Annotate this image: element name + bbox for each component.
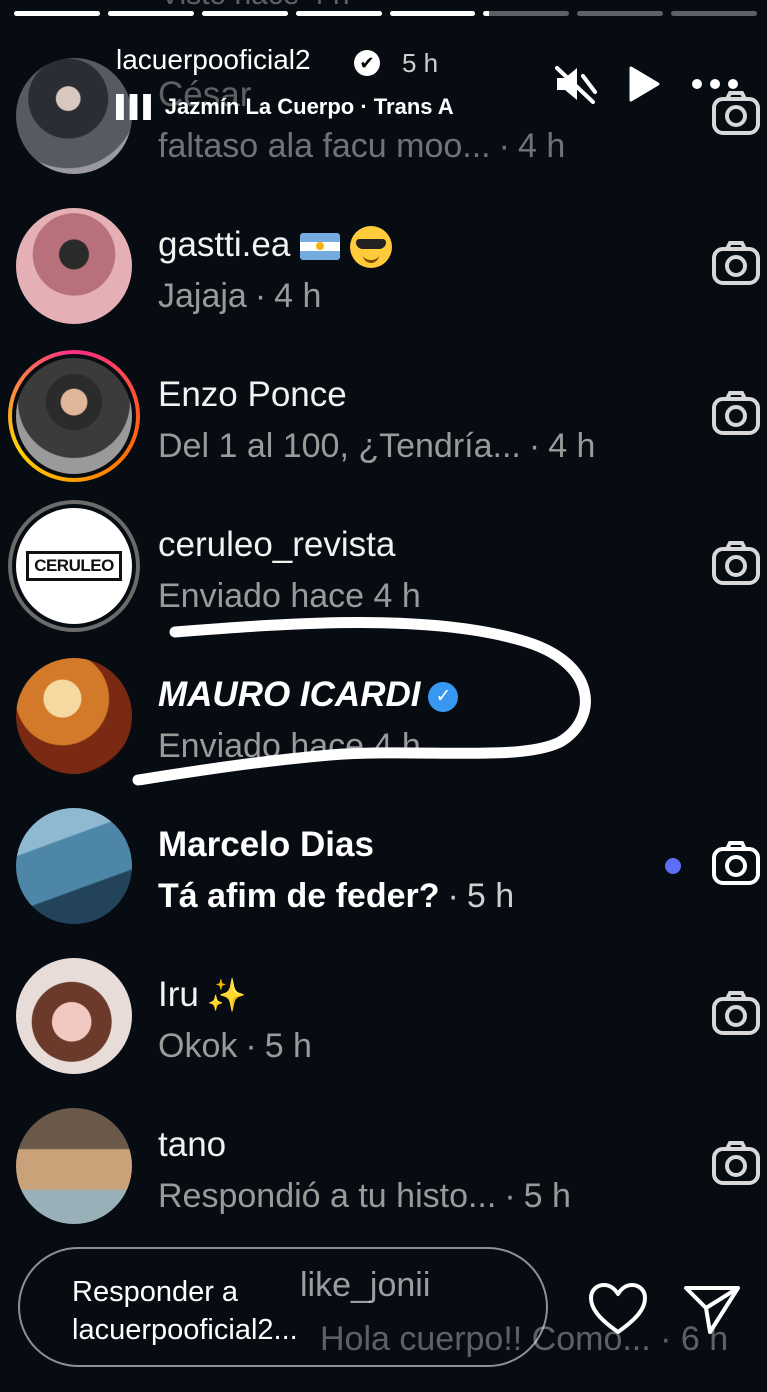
- story-header: lacuerpooficial2 ✔ 5 h ▌▌▌ Jazmín La Cuer…: [116, 44, 767, 124]
- argentina-flag-icon: [300, 233, 341, 261]
- conversation-message: Tá afim de feder? · 5 h: [158, 877, 515, 915]
- message-preview: Tá afim de feder?: [158, 877, 440, 915]
- reply-placeholder-line2: lacuerpooficial2...: [72, 1314, 298, 1346]
- message-preview: Del 1 al 100, ¿Tendría...: [158, 427, 521, 465]
- more-icon[interactable]: [691, 78, 739, 90]
- conversation-name: ceruleo_revista: [158, 525, 396, 564]
- conversation-name: MAURO ICARDI ✓: [158, 675, 459, 715]
- story-progress-segment: [671, 11, 757, 16]
- message-time: 5 h: [466, 877, 515, 915]
- story-progress-segment: [14, 11, 100, 16]
- message-time: 5 h: [264, 1027, 312, 1065]
- camera-icon[interactable]: [711, 840, 761, 891]
- conversation-name-text: gastti.ea: [158, 225, 291, 264]
- conversation-message: Okok · 5 h: [158, 1027, 312, 1065]
- story-music-label[interactable]: ▌▌▌ Jazmín La Cuerpo · Trans A: [116, 94, 496, 120]
- music-bars-icon: ▌▌▌: [116, 94, 159, 119]
- story-controls: [553, 64, 739, 104]
- conversation-name-text: MAURO ICARDI: [158, 675, 421, 714]
- camera-icon[interactable]: [711, 240, 761, 291]
- story-progress-segment: [389, 11, 476, 16]
- story-username[interactable]: lacuerpooficial2: [116, 44, 311, 76]
- conversation-row[interactable]: gastti.ea Jajaja · 4 h: [0, 190, 767, 340]
- story-time: 5 h: [402, 48, 439, 78]
- conversation-message: Enviado hace 4 h: [158, 577, 421, 616]
- conversation-list: César faltaso ala facu moo... · 4 h gastti…: [0, 40, 767, 1240]
- verified-badge-icon: ✔: [354, 50, 380, 76]
- reply-input[interactable]: Responder a lacuerpooficial2...: [18, 1247, 548, 1367]
- message-preview: Respondió a tu histo...: [158, 1177, 497, 1215]
- message-time: 4 h: [548, 427, 596, 465]
- conversation-message: Del 1 al 100, ¿Tendría... · 4 h: [158, 427, 596, 465]
- story-progress-segment: [577, 11, 664, 16]
- camera-icon[interactable]: [711, 1140, 761, 1191]
- conversation-name-text: Iru: [158, 975, 199, 1014]
- story-progress-bar: [14, 11, 757, 16]
- reply-placeholder: Responder a lacuerpooficial2...: [72, 1273, 352, 1349]
- conversation-message: Respondió a tu histo... · 5 h: [158, 1177, 571, 1215]
- story-music-text: Jazmín La Cuerpo · Trans A: [164, 94, 454, 119]
- unread-dot: [665, 858, 681, 874]
- sunglasses-emoji-icon: [350, 225, 393, 268]
- conversation-row[interactable]: Iru ✨ Okok · 5 h: [0, 940, 767, 1090]
- camera-icon[interactable]: [711, 540, 761, 591]
- sparkles-icon: ✨: [206, 977, 247, 1013]
- avatar-story-ring[interactable]: [8, 350, 140, 482]
- conversation-row[interactable]: tano Respondió a tu histo... · 5 h: [0, 1090, 767, 1240]
- message-preview: faltaso ala facu moo...: [158, 127, 491, 165]
- story-seen-ghost-text: Visto hace 4 h: [160, 0, 350, 12]
- play-icon[interactable]: [627, 65, 661, 103]
- send-icon[interactable]: [682, 1282, 742, 1341]
- heart-icon[interactable]: [588, 1282, 648, 1341]
- avatar: [16, 208, 132, 324]
- story-progress-fill: [483, 11, 489, 16]
- avatar: [16, 1108, 132, 1224]
- conversation-row[interactable]: Enzo Ponce Del 1 al 100, ¿Tendría... · 4 h: [0, 340, 767, 490]
- message-preview: Enviado hace 4 h: [158, 577, 421, 615]
- avatar: [16, 958, 132, 1074]
- conversation-name: Enzo Ponce: [158, 375, 347, 414]
- conversation-row[interactable]: Marcelo Dias Tá afim de feder? · 5 h: [0, 790, 767, 940]
- camera-icon[interactable]: [711, 390, 761, 441]
- conversation-message: Enviado hace 4 h: [158, 727, 421, 766]
- ceruleo-logo: CERULEO: [26, 551, 122, 581]
- conversation-row[interactable]: MAURO ICARDI ✓ Enviado hace 4 h: [0, 640, 767, 790]
- avatar: [16, 808, 132, 924]
- story-progress-segment: [483, 11, 570, 16]
- conversation-name: Marcelo Dias: [158, 825, 374, 864]
- conversation-row[interactable]: CERULEO ceruleo_revista Enviado hace 4 h: [0, 490, 767, 640]
- conversation-name: tano: [158, 1125, 227, 1164]
- story-progress-fill: [389, 11, 476, 16]
- reply-placeholder-line1: Responder a: [72, 1276, 239, 1308]
- conversation-message: faltaso ala facu moo... · 4 h: [158, 127, 566, 165]
- conversation-message: Jajaja · 4 h: [158, 277, 322, 315]
- message-time: 4 h: [274, 277, 322, 315]
- camera-icon[interactable]: [711, 990, 761, 1041]
- message-time: 5 h: [523, 1177, 571, 1215]
- verified-badge-icon: ✓: [428, 681, 459, 712]
- message-time: 4 h: [517, 127, 566, 165]
- avatar-story-ring[interactable]: CERULEO: [8, 500, 140, 632]
- story-progress-fill: [14, 11, 100, 16]
- avatar: [12, 354, 136, 478]
- avatar: CERULEO: [12, 504, 136, 628]
- mute-icon[interactable]: [553, 64, 597, 104]
- message-preview: Okok: [158, 1027, 238, 1065]
- avatar: [16, 658, 132, 774]
- avatar: [16, 58, 132, 174]
- message-preview: Jajaja: [158, 277, 247, 315]
- message-preview: Enviado hace 4 h: [158, 727, 421, 765]
- conversation-name: gastti.ea: [158, 225, 393, 268]
- conversation-name: Iru ✨: [158, 975, 247, 1015]
